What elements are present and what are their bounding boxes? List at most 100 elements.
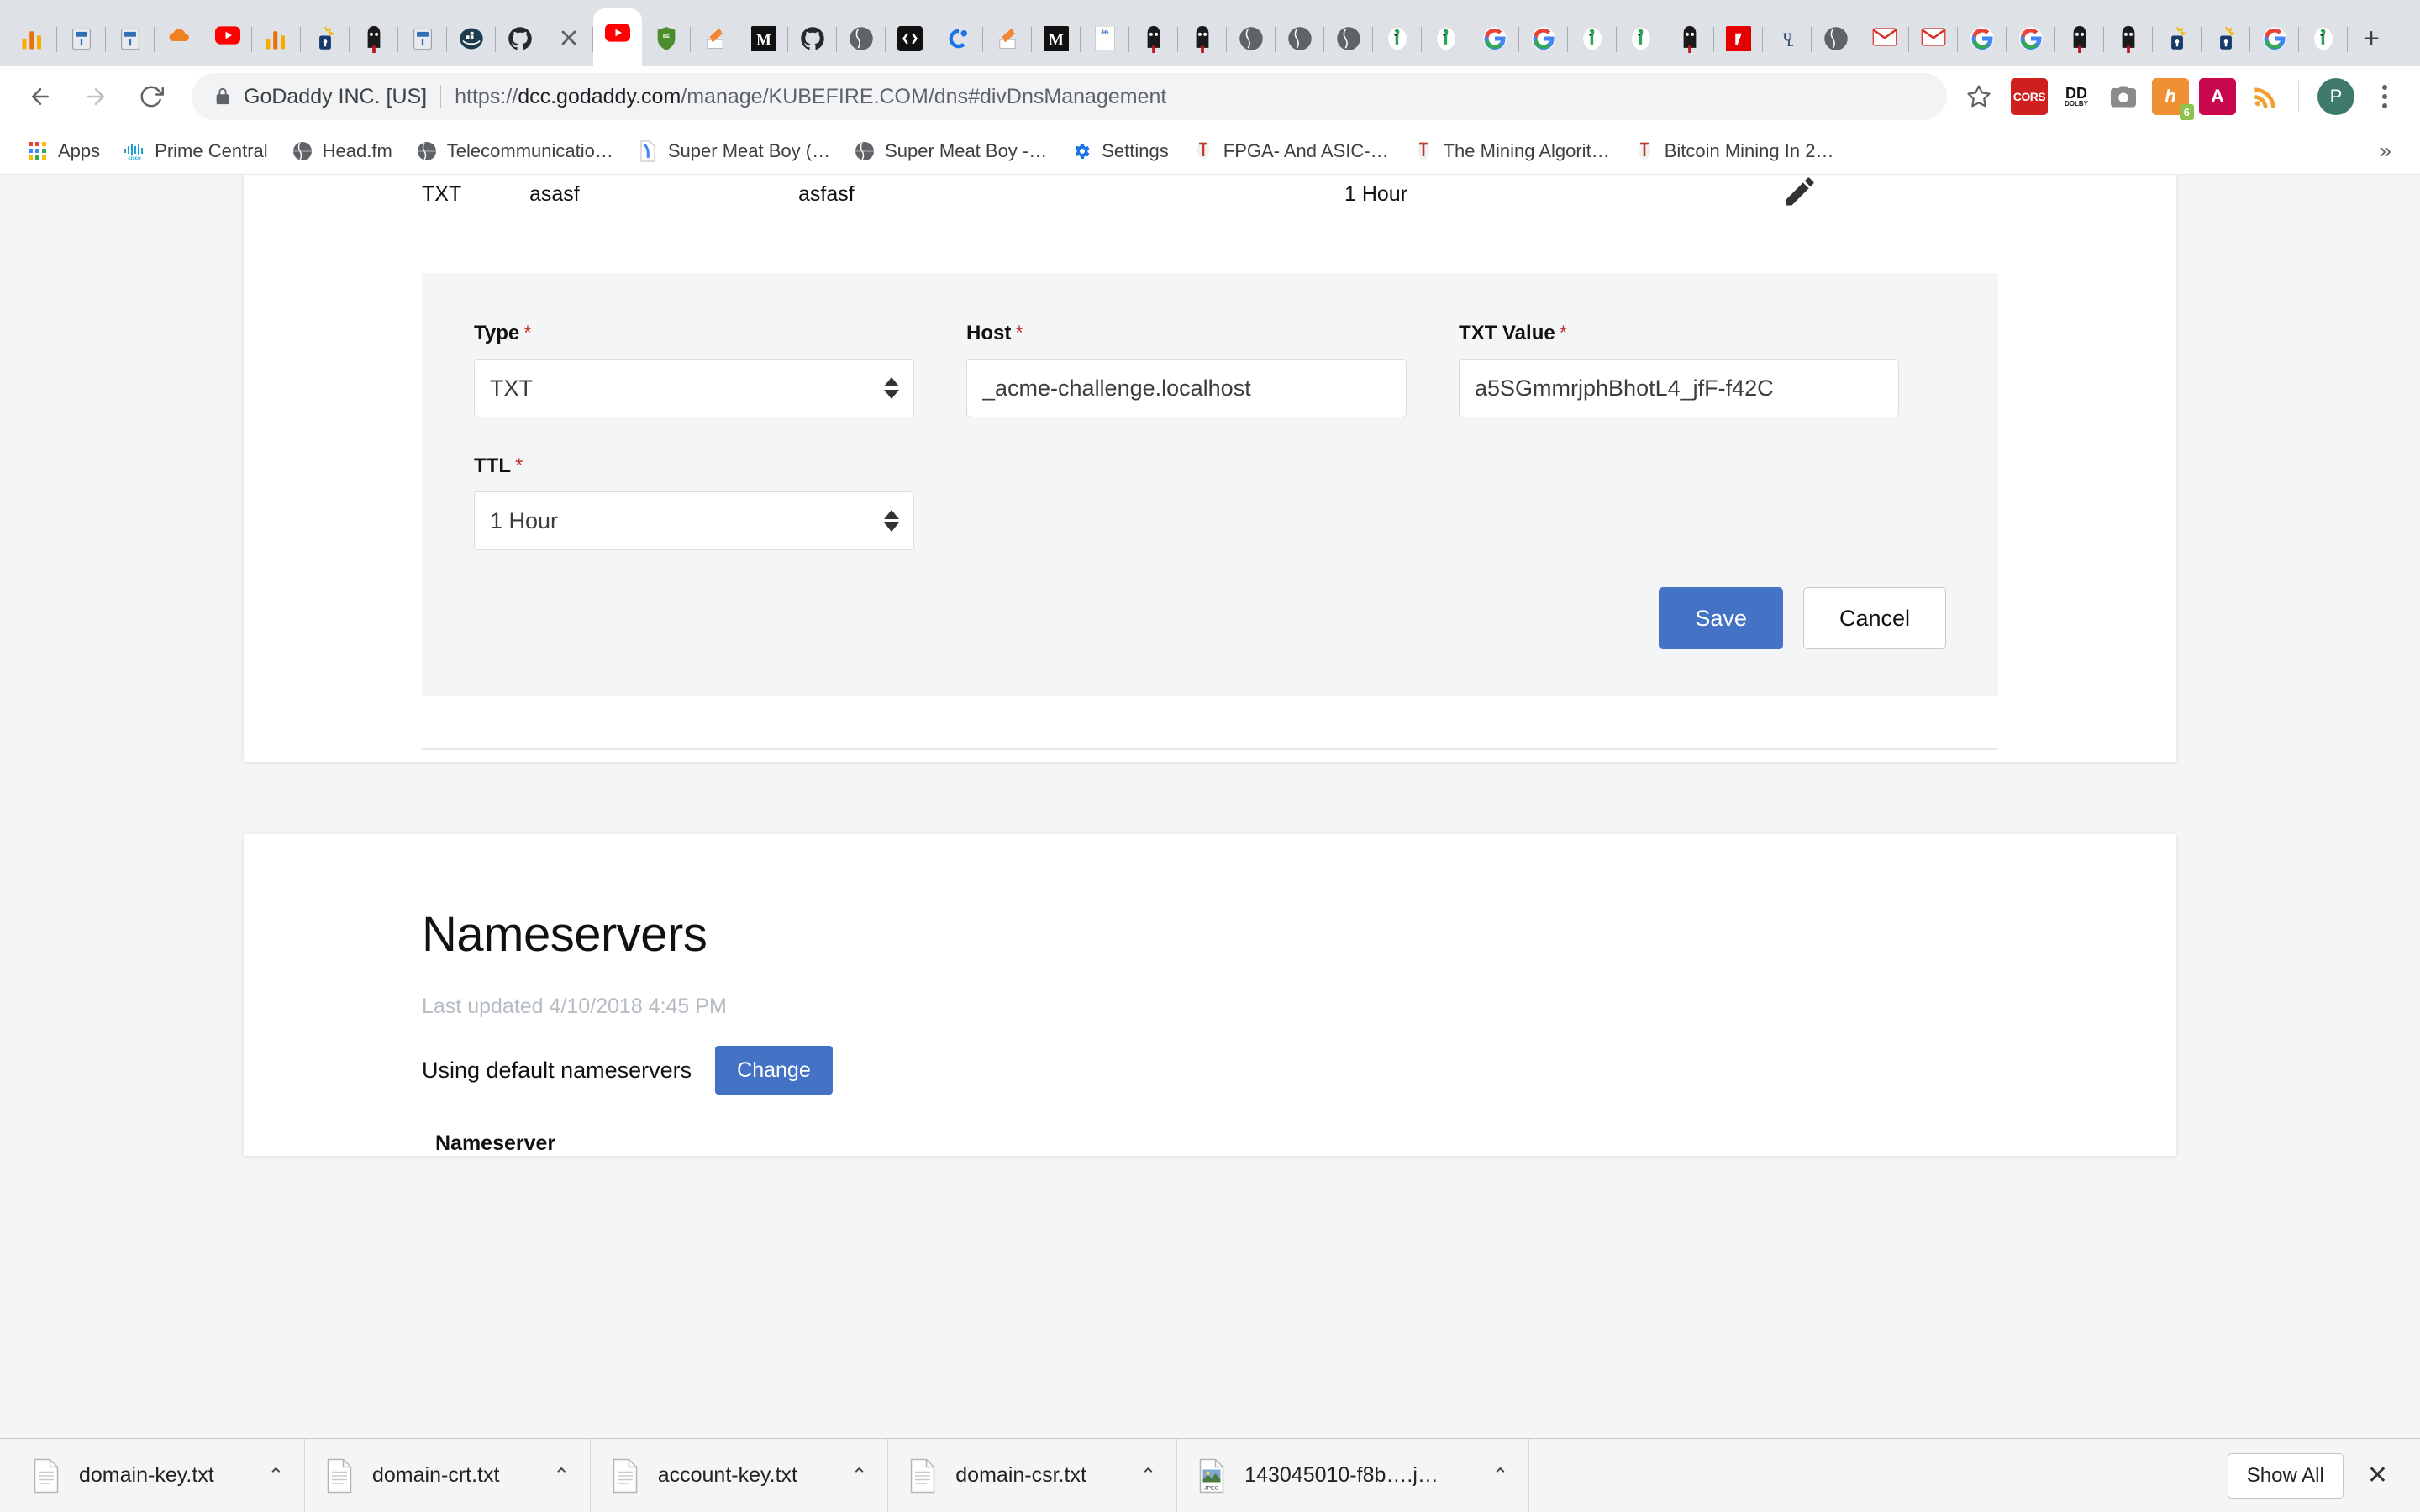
new-tab-button[interactable]: + (2348, 15, 2395, 62)
adblock-extension-icon[interactable]: A (2199, 78, 2236, 115)
browser-tab[interactable] (788, 13, 837, 66)
browser-tab[interactable] (447, 13, 496, 66)
browser-tab[interactable] (1373, 13, 1422, 66)
browser-tab[interactable]: d4b (1081, 13, 1129, 66)
tab-favicon-icon (117, 26, 144, 53)
bookmark-item[interactable]: Head.fm (281, 134, 402, 169)
address-bar[interactable]: GoDaddy INC. [US] https://dcc.godaddy.co… (192, 73, 1947, 120)
browser-tab[interactable] (1714, 13, 1763, 66)
browser-tab[interactable] (2153, 13, 2202, 66)
browser-tab[interactable] (983, 13, 1032, 66)
browser-tab[interactable] (1324, 13, 1373, 66)
browser-tab[interactable] (691, 13, 739, 66)
tab-close-icon[interactable] (604, 24, 631, 50)
chevron-up-icon[interactable]: ⌃ (851, 1464, 867, 1487)
browser-tab[interactable] (398, 13, 447, 66)
txt-value-input[interactable] (1459, 359, 1899, 417)
browser-tab[interactable]: UL (1763, 13, 1812, 66)
browser-tab[interactable] (301, 13, 350, 66)
bookmark-item[interactable]: Settings (1060, 134, 1179, 169)
browser-tab[interactable] (2104, 13, 2153, 66)
bookmark-star-icon[interactable] (1959, 76, 1999, 117)
show-all-downloads-button[interactable]: Show All (2227, 1452, 2344, 1499)
bookmark-item[interactable]: Super Meat Boy (… (627, 134, 840, 169)
download-item[interactable]: JPEG 143045010-f8b….j… ⌃ (1177, 1438, 1530, 1512)
chevron-up-icon[interactable]: ⌃ (1140, 1464, 1156, 1487)
honey-extension-icon[interactable]: h 6 (2152, 78, 2194, 120)
cancel-button[interactable]: Cancel (1802, 587, 1946, 649)
browser-tab[interactable] (1519, 13, 1568, 66)
browser-tab[interactable] (1568, 13, 1617, 66)
chevron-up-icon[interactable]: ⌃ (1492, 1464, 1508, 1487)
active-browser-tab[interactable] (593, 8, 642, 66)
bookmark-item[interactable]: Super Meat Boy -… (844, 134, 1057, 169)
host-input[interactable] (966, 359, 1407, 417)
forward-button[interactable] (72, 73, 119, 120)
browser-tab[interactable] (1276, 13, 1324, 66)
type-label: Type * (474, 322, 914, 345)
download-item[interactable]: account-key.txt ⌃ (591, 1438, 889, 1512)
browser-tab[interactable] (544, 13, 593, 66)
browser-tab[interactable] (203, 13, 252, 66)
browser-tab[interactable] (1129, 13, 1178, 66)
save-button[interactable]: Save (1659, 587, 1783, 649)
download-item[interactable]: domain-key.txt ⌃ (12, 1438, 305, 1512)
browser-tab[interactable] (57, 13, 106, 66)
rss-feed-extension-icon[interactable] (2246, 78, 2283, 115)
close-icon[interactable]: ✕ (2352, 1461, 2403, 1490)
bookmark-item[interactable]: Bitcoin Mining In 2… (1623, 134, 1844, 169)
browser-tab[interactable] (106, 13, 155, 66)
browser-tab[interactable] (2299, 13, 2348, 66)
tab-favicon-icon: BE (653, 26, 680, 53)
download-item[interactable]: domain-csr.txt ⌃ (888, 1438, 1178, 1512)
type-select[interactable]: AAAAACNAMEMXTXTSRVNS (474, 359, 914, 417)
browser-tab[interactable]: M (739, 13, 788, 66)
browser-tab[interactable] (8, 13, 57, 66)
browser-tab[interactable] (1470, 13, 1519, 66)
chevron-up-icon[interactable]: ⌃ (268, 1464, 284, 1487)
bookmark-item[interactable]: The Mining Algorit… (1402, 134, 1620, 169)
download-item[interactable]: domain-crt.txt ⌃ (305, 1438, 591, 1512)
browser-tab[interactable] (1617, 13, 1665, 66)
browser-tab[interactable] (2250, 13, 2299, 66)
bookmark-item[interactable]: cisco Prime Central (113, 134, 277, 169)
browser-tab[interactable] (886, 13, 934, 66)
browser-tab[interactable] (252, 13, 301, 66)
browser-tab[interactable] (1860, 13, 1909, 66)
bookmark-item[interactable]: FPGA- And ASIC-… (1182, 134, 1399, 169)
three-dot-menu-icon[interactable] (2366, 76, 2403, 117)
browser-tab[interactable] (1665, 13, 1714, 66)
browser-tab[interactable] (1227, 13, 1276, 66)
browser-tab[interactable] (1909, 13, 1958, 66)
change-nameservers-button[interactable]: Change (715, 1046, 833, 1095)
browser-tab[interactable] (2202, 13, 2250, 66)
browser-tab[interactable] (2007, 13, 2055, 66)
bookmark-item[interactable]: Telecommunicatio… (406, 134, 623, 169)
tab-favicon-icon: M (750, 26, 777, 53)
bookmarks-overflow-button[interactable]: » (2368, 138, 2403, 164)
profile-avatar[interactable]: P (2317, 78, 2354, 115)
screenshot-camera-extension-icon[interactable] (2105, 78, 2142, 115)
browser-tab[interactable] (1422, 13, 1470, 66)
ttl-select[interactable]: 1/2 Hour1 Hour2 Hours4 Hours8 Hours12 Ho… (474, 491, 914, 550)
pencil-edit-icon[interactable] (1781, 175, 1818, 216)
browser-tab[interactable] (934, 13, 983, 66)
browser-tab[interactable] (2055, 13, 2104, 66)
reload-button[interactable] (128, 73, 175, 120)
browser-tab[interactable] (1178, 13, 1227, 66)
download-shelf-right: Show All ✕ (2227, 1452, 2408, 1499)
chevron-up-icon[interactable]: ⌃ (553, 1464, 569, 1487)
browser-tab[interactable] (155, 13, 203, 66)
browser-tab[interactable] (1958, 13, 2007, 66)
back-button[interactable] (17, 73, 64, 120)
browser-tab[interactable]: BE (642, 13, 691, 66)
table-row[interactable]: TXT asasf asfasf 1 Hour (244, 175, 2176, 249)
browser-tab[interactable] (1812, 13, 1860, 66)
browser-tab[interactable] (496, 13, 544, 66)
cors-extension-icon[interactable]: CORS (2011, 78, 2048, 115)
browser-tab[interactable]: M (1032, 13, 1081, 66)
browser-tab[interactable] (837, 13, 886, 66)
dolby-voice-extension-icon[interactable]: DD DOLBY (2058, 78, 2095, 115)
bookmark-item[interactable]: Apps (17, 134, 110, 169)
browser-tab[interactable] (350, 13, 398, 66)
